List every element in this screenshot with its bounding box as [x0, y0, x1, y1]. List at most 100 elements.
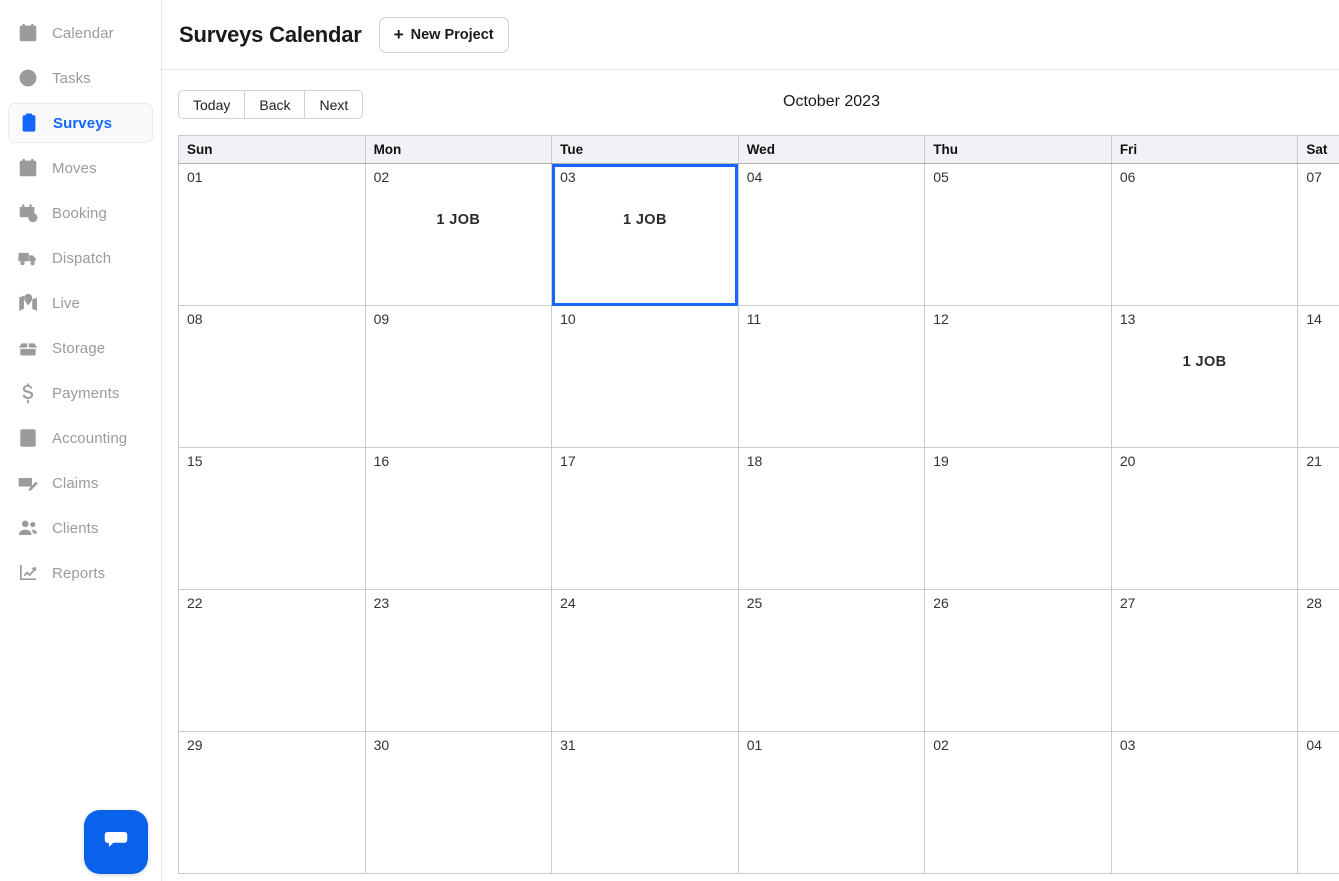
calendar-day-cell[interactable]: 28	[1297, 589, 1339, 732]
sidebar-item-clients[interactable]: Clients	[8, 508, 153, 548]
chat-widget-button[interactable]	[84, 810, 148, 874]
calendar-day-number: 07	[1306, 169, 1322, 185]
calendar-day-cell[interactable]: 02	[924, 731, 1112, 874]
sidebar-item-label: Calendar	[52, 24, 114, 42]
clipboard-list-icon	[18, 112, 40, 134]
calendar-day-cell[interactable]: 19	[924, 447, 1112, 590]
calendar-day-cell[interactable]: 26	[924, 589, 1112, 732]
calendar-day-cell[interactable]: 25	[737, 589, 926, 732]
calendar-day-number: 12	[933, 311, 949, 327]
calendar-day-cell[interactable]: 03 1 JOB	[551, 163, 739, 306]
calendar-day-number: 11	[746, 311, 762, 327]
sidebar-item-reports[interactable]: Reports	[8, 553, 153, 593]
calendar-day-cell[interactable]: 22	[178, 589, 366, 732]
sidebar-item-dispatch[interactable]: Dispatch	[8, 238, 153, 278]
calendar-weekday-header-fri: Fri	[1110, 135, 1299, 164]
main-content: Surveys Calendar + New Project Today Bac…	[162, 0, 1339, 881]
calendar-day-cell[interactable]: 21	[1297, 447, 1339, 590]
invoice-edit-icon	[17, 472, 39, 494]
calendar-day-number: 06	[1119, 169, 1136, 185]
calendar-day-number: 21	[1306, 453, 1322, 469]
calendar-week-row: 01 02 1 JOB 03 1 JOB 04 05 06 07	[178, 163, 1339, 306]
plus-icon: +	[393, 25, 404, 44]
calendar-day-cell[interactable]: 14	[1297, 305, 1339, 448]
back-button[interactable]: Back	[245, 91, 306, 118]
calendar-day-number: 04	[746, 169, 763, 185]
calendar-day-cell[interactable]: 10	[551, 305, 739, 448]
calendar-day-cell[interactable]: 04	[737, 163, 926, 306]
calendar-day-cell[interactable]: 24	[551, 589, 739, 732]
app-root: Calendar Tasks Surveys Moves Booking Dispatch…	[0, 0, 1339, 881]
calendar-day-cell[interactable]: 07	[1297, 163, 1339, 306]
calendar-day-cell[interactable]: 29	[178, 731, 366, 874]
calendar-day-number: 23	[373, 595, 390, 611]
calendar-day-cell[interactable]: 18	[737, 447, 926, 590]
calendar-day-cell[interactable]: 31	[551, 731, 739, 874]
sidebar-item-label: Storage	[52, 339, 106, 357]
sidebar-item-label: Booking	[52, 204, 107, 222]
calendar-day-cell[interactable]: 09	[364, 305, 553, 448]
sidebar-item-calendar[interactable]: Calendar	[8, 13, 153, 53]
calendar-weekday-header-row: Sun Mon Tue Wed Thu Fri Sat	[178, 135, 1339, 164]
sidebar-item-booking[interactable]: Booking	[8, 193, 153, 233]
calendar-day-cell[interactable]: 04	[1297, 731, 1339, 874]
next-button[interactable]: Next	[305, 91, 363, 118]
calendar-weekday-header-tue: Tue	[551, 135, 739, 164]
sidebar-item-label: Reports	[52, 564, 106, 582]
calendar-job-count-badge[interactable]: 1 JOB	[366, 212, 552, 228]
sidebar-item-tasks[interactable]: Tasks	[8, 58, 153, 98]
sidebar-item-surveys[interactable]: Surveys	[8, 103, 153, 143]
map-pin-icon	[17, 292, 39, 314]
sidebar-nav-list: Calendar Tasks Surveys Moves Booking Dispatch…	[0, 13, 161, 593]
check-circle-icon	[17, 67, 39, 89]
chart-line-icon	[17, 562, 39, 584]
calendar-day-cell[interactable]: 01	[178, 163, 366, 306]
calendar-day-cell[interactable]: 06	[1110, 163, 1299, 306]
calendar-day-number: 18	[746, 453, 763, 469]
new-project-button[interactable]: + New Project	[378, 16, 509, 53]
calendar-day-cell[interactable]: 12	[924, 305, 1112, 448]
calendar-day-cell[interactable]: 01	[737, 731, 926, 874]
new-project-button-label: New Project	[410, 26, 494, 43]
calendar-day-number: 20	[1119, 453, 1136, 469]
calendar-week-row: 22 23 24 25 26 27 28	[178, 589, 1339, 732]
calendar-day-cell[interactable]: 27	[1110, 589, 1299, 732]
sidebar-item-payments[interactable]: Payments	[8, 373, 153, 413]
calendar-day-cell[interactable]: 30	[364, 731, 553, 874]
calendar-toolbar: Today Back Next October 2023	[178, 90, 1339, 123]
calendar-day-number: 22	[187, 595, 203, 611]
calendar-day-cell[interactable]: 23	[364, 589, 553, 732]
sidebar-item-moves[interactable]: Moves	[8, 148, 153, 188]
calendar-weekday-header-wed: Wed	[737, 135, 926, 164]
calendar-day-number: 01	[187, 169, 203, 185]
calendar-day-cell[interactable]: 08	[178, 305, 366, 448]
sidebar-item-label: Payments	[52, 384, 120, 402]
calendar-day-number: 04	[1306, 737, 1322, 753]
calendar-day-cell[interactable]: 17	[551, 447, 739, 590]
today-button[interactable]: Today	[179, 91, 246, 118]
calendar-day-cell[interactable]: 05	[924, 163, 1112, 306]
calendar-day-cell[interactable]: 02 1 JOB	[364, 163, 553, 306]
calendar-day-cell[interactable]: 13 1 JOB	[1110, 305, 1299, 448]
calendar-grid: Sun Mon Tue Wed Thu Fri Sat 01 02 1 JOB 03 1 JOB 04…	[178, 135, 1339, 874]
sidebar-item-label: Dispatch	[52, 249, 112, 267]
calendar-job-count-badge[interactable]: 1 JOB	[1112, 354, 1298, 370]
sidebar-item-accounting[interactable]: Accounting	[8, 418, 153, 458]
calendar-day-number: 03	[560, 169, 576, 185]
sidebar-item-storage[interactable]: Storage	[8, 328, 153, 368]
calendar-day-cell[interactable]: 11	[737, 305, 926, 448]
calendar-day-number: 02	[373, 169, 390, 185]
calendar-day-cell[interactable]: 03	[1110, 731, 1299, 874]
calendar-day-number: 16	[373, 453, 390, 469]
truck-icon	[17, 247, 39, 269]
calendar-day-number: 09	[373, 311, 390, 327]
calendar-day-number: 25	[746, 595, 763, 611]
sidebar-item-live[interactable]: Live	[8, 283, 153, 323]
calendar-day-cell[interactable]: 15	[178, 447, 366, 590]
calendar-weekday-header-mon: Mon	[364, 135, 553, 164]
sidebar-item-claims[interactable]: Claims	[8, 463, 153, 503]
calendar-day-number: 17	[560, 453, 576, 469]
calendar-day-cell[interactable]: 20	[1110, 447, 1299, 590]
calendar-day-cell[interactable]: 16	[364, 447, 553, 590]
calendar-job-count-badge[interactable]: 1 JOB	[552, 212, 738, 228]
